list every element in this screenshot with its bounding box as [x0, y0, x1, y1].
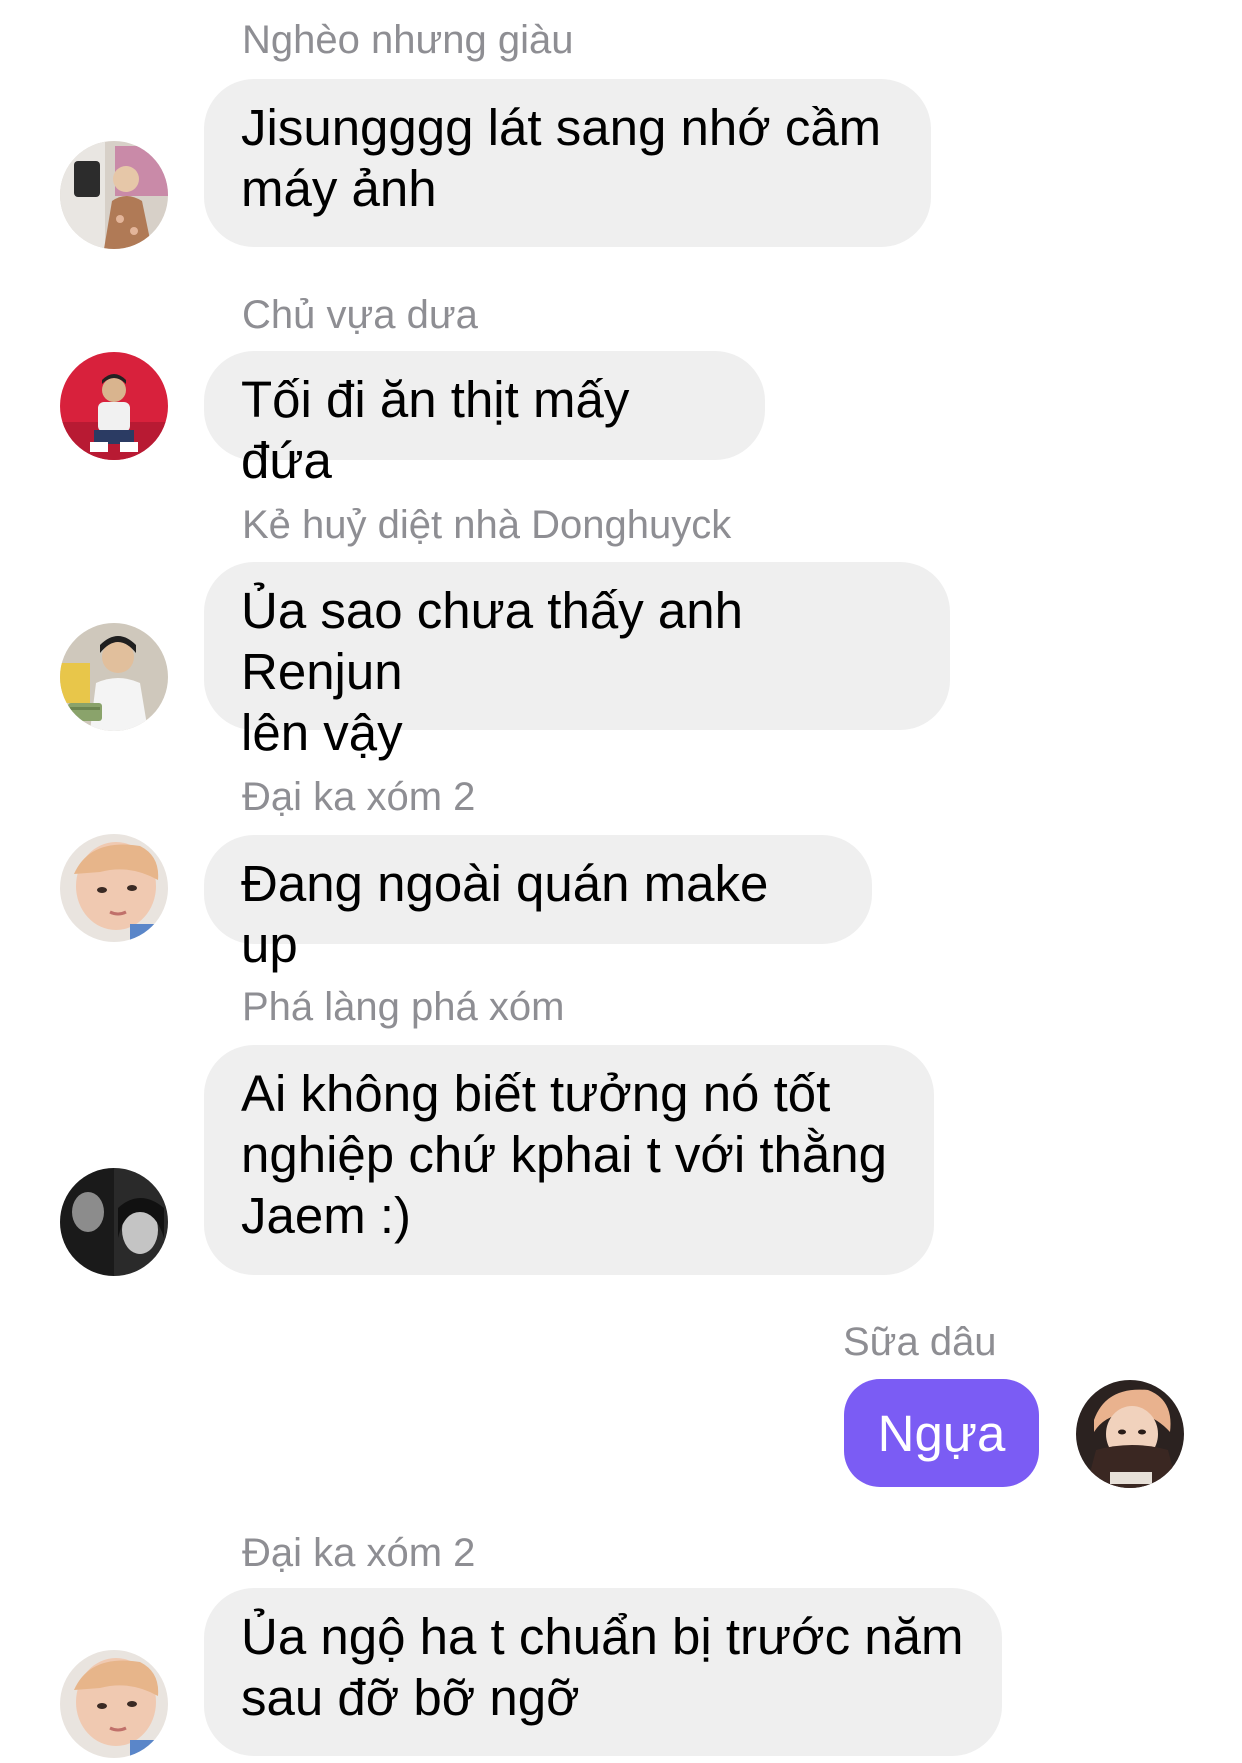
avatar[interactable] — [60, 1650, 168, 1758]
sender-name: Đại ka xóm 2 — [242, 775, 476, 819]
message-bubble[interactable]: Jisungggg lát sang nhớ cầm máy ảnh — [204, 79, 931, 247]
sender-name: Kẻ huỷ diệt nhà Donghuyck — [242, 503, 732, 547]
message-bubble[interactable]: Tối đi ăn thịt mấy đứa — [204, 351, 765, 489]
sender-name: Nghèo nhưng giàu — [242, 18, 574, 62]
message-bubble[interactable]: Đang ngoài quán make up — [204, 835, 872, 973]
sender-name: Sữa dâu — [843, 1320, 997, 1364]
avatar[interactable] — [60, 623, 168, 731]
avatar[interactable] — [60, 352, 168, 460]
message-bubble[interactable]: Ai không biết tưởng nó tốt nghiệp chứ kp… — [204, 1045, 934, 1275]
avatar[interactable] — [60, 834, 168, 942]
avatar[interactable] — [60, 1168, 168, 1276]
sender-name: Phá làng phá xóm — [242, 985, 565, 1029]
sender-name: Đại ka xóm 2 — [242, 1531, 476, 1575]
sender-name: Chủ vựa dưa — [242, 293, 478, 337]
message-bubble-outgoing[interactable]: Ngựa — [844, 1379, 1039, 1487]
message-thread[interactable]: Nghèo nhưng giàu Jisungggg lát sang nhớ … — [0, 0, 1242, 1763]
avatar[interactable] — [60, 141, 168, 249]
avatar[interactable] — [1076, 1380, 1184, 1488]
message-bubble[interactable]: Ủa sao chưa thấy anh Renjun lên vậy — [204, 562, 950, 761]
message-bubble[interactable]: Ủa ngộ ha t chuẩn bị trước năm sau đỡ bỡ… — [204, 1588, 1002, 1756]
